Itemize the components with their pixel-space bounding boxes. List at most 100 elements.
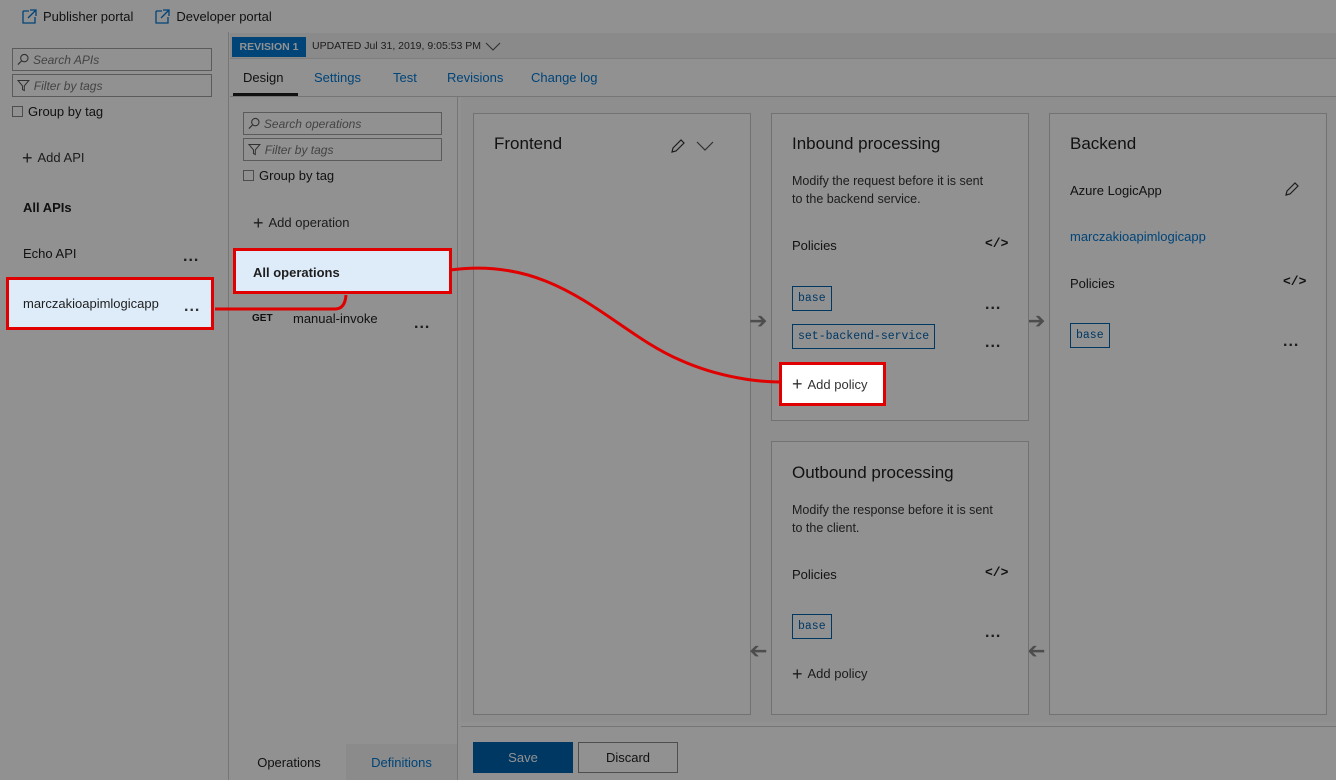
tab-change-log[interactable]: Change log bbox=[531, 70, 598, 85]
tab-test[interactable]: Test bbox=[393, 70, 417, 85]
filter-icon bbox=[17, 79, 30, 92]
policy-base[interactable]: base bbox=[792, 286, 832, 311]
api-sidebar: Group by tag + Add API All APIs Echo API… bbox=[0, 32, 229, 780]
inbound-policies-label: Policies bbox=[792, 238, 837, 253]
api-item-echo[interactable]: Echo API ... bbox=[0, 238, 228, 268]
outbound-description-line1: Modify the response before it is sent bbox=[792, 503, 993, 517]
code-editor-icon[interactable]: </> bbox=[985, 565, 1008, 580]
search-apis-input[interactable] bbox=[32, 52, 211, 67]
more-options-icon[interactable]: ... bbox=[184, 299, 200, 315]
plus-icon: + bbox=[792, 374, 803, 394]
search-operations-input[interactable] bbox=[263, 116, 441, 131]
outbound-description-line2: to the client. bbox=[792, 521, 860, 535]
developer-portal-link[interactable]: Developer portal bbox=[155, 8, 272, 24]
more-options-icon[interactable]: ... bbox=[985, 297, 1001, 313]
inbound-description-line2: to the backend service. bbox=[792, 192, 921, 206]
filter-apis-by-tags[interactable] bbox=[12, 74, 212, 97]
arrow-left-icon: ➔ bbox=[749, 638, 768, 663]
action-bar: Save Discard bbox=[461, 726, 1336, 780]
revision-bar: REVISION 1 UPDATED Jul 31, 2019, 9:05:53… bbox=[230, 33, 1336, 59]
more-options-icon[interactable]: ... bbox=[985, 335, 1001, 351]
top-bar: Publisher portal Developer portal bbox=[0, 0, 1336, 32]
arrow-left-icon: ➔ bbox=[1027, 638, 1046, 663]
design-canvas: Frontend ➔ ➔ ➔ ➔ Inbound processing Modi… bbox=[461, 97, 1336, 722]
policy-set-backend-service[interactable]: set-backend-service bbox=[792, 324, 936, 349]
backend-link[interactable]: marczakioapimlogicapp bbox=[1070, 229, 1206, 244]
search-icon bbox=[17, 53, 29, 65]
policy-base[interactable]: base bbox=[1070, 323, 1110, 348]
api-item-label: Echo API bbox=[23, 246, 77, 261]
arrow-right-icon: ➔ bbox=[1027, 308, 1046, 333]
operations-column: Group by tag + Add operation GET manual-… bbox=[230, 97, 458, 780]
developer-portal-label: Developer portal bbox=[176, 8, 272, 24]
outbound-policies-label: Policies bbox=[792, 567, 837, 582]
inbound-description: Modify the request before it is sent to … bbox=[792, 172, 983, 208]
policy-base[interactable]: base bbox=[792, 614, 832, 639]
filter-apis-input[interactable] bbox=[33, 78, 211, 93]
save-button[interactable]: Save bbox=[473, 742, 573, 773]
search-apis[interactable] bbox=[12, 48, 212, 71]
plus-icon: + bbox=[253, 212, 264, 233]
tab-settings[interactable]: Settings bbox=[314, 70, 361, 85]
bottom-tab-operations[interactable]: Operations bbox=[232, 744, 346, 780]
bottom-tab-definitions[interactable]: Definitions bbox=[346, 744, 457, 780]
revision-updated-text: UPDATED Jul 31, 2019, 9:05:53 PM bbox=[312, 40, 482, 52]
external-link-icon bbox=[22, 8, 37, 24]
filter-operations-input[interactable] bbox=[264, 142, 441, 157]
highlight-api-item[interactable]: marczakioapimlogicapp ... bbox=[6, 277, 214, 330]
pencil-icon[interactable] bbox=[670, 138, 686, 154]
operation-item-manual-invoke[interactable]: GET manual-invoke ... bbox=[230, 307, 457, 333]
more-options-icon[interactable]: ... bbox=[1283, 334, 1299, 350]
pencil-icon[interactable] bbox=[1284, 181, 1300, 197]
discard-button[interactable]: Discard bbox=[578, 742, 678, 773]
filter-operations-by-tags[interactable] bbox=[243, 138, 442, 161]
group-apis-by-tag[interactable]: Group by tag bbox=[12, 104, 103, 119]
add-outbound-policy-button[interactable]: + Add policy bbox=[792, 665, 868, 683]
add-policy-label: Add policy bbox=[807, 666, 868, 681]
backend-policies-label: Policies bbox=[1070, 276, 1115, 291]
group-by-tag-label: Group by tag bbox=[259, 168, 335, 183]
revision-badge[interactable]: REVISION 1 bbox=[232, 37, 306, 57]
group-by-tag-label: Group by tag bbox=[28, 104, 104, 119]
arrow-right-icon: ➔ bbox=[749, 308, 768, 333]
frontend-panel: Frontend bbox=[473, 113, 751, 715]
highlight-all-operations[interactable]: All operations bbox=[233, 248, 452, 294]
api-item-label: marczakioapimlogicapp bbox=[23, 296, 159, 311]
tab-revisions[interactable]: Revisions bbox=[447, 70, 503, 85]
add-api-button[interactable]: + Add API bbox=[22, 147, 85, 168]
group-by-tag-checkbox[interactable] bbox=[12, 106, 23, 117]
more-options-icon[interactable]: ... bbox=[183, 249, 199, 265]
outbound-panel: Outbound processing Modify the response … bbox=[771, 441, 1029, 715]
filter-icon bbox=[248, 143, 261, 156]
search-operations[interactable] bbox=[243, 112, 442, 135]
outbound-title: Outbound processing bbox=[792, 463, 954, 482]
add-inbound-policy-button[interactable]: + Add policy bbox=[779, 362, 886, 406]
backend-panel: Backend Azure LogicApp marczakioapimlogi… bbox=[1049, 113, 1327, 715]
backend-title: Backend bbox=[1070, 134, 1137, 153]
backend-type: Azure LogicApp bbox=[1070, 183, 1162, 198]
add-api-label: Add API bbox=[37, 150, 85, 165]
more-options-icon[interactable]: ... bbox=[985, 625, 1001, 641]
code-editor-icon[interactable]: </> bbox=[1283, 274, 1306, 289]
add-operation-label: Add operation bbox=[268, 215, 350, 230]
group-operations-by-tag[interactable]: Group by tag bbox=[243, 168, 334, 183]
search-icon bbox=[248, 117, 260, 129]
plus-icon: + bbox=[22, 147, 33, 168]
code-editor-icon[interactable]: </> bbox=[985, 236, 1008, 251]
chevron-down-icon bbox=[485, 42, 501, 51]
group-by-tag-checkbox[interactable] bbox=[243, 170, 254, 181]
more-options-icon[interactable]: ... bbox=[414, 316, 430, 332]
tab-design[interactable]: Design bbox=[243, 70, 283, 85]
all-apis-heading: All APIs bbox=[23, 200, 72, 215]
all-operations-label: All operations bbox=[253, 265, 340, 280]
add-operation-button[interactable]: + Add operation bbox=[253, 212, 350, 233]
frontend-title: Frontend bbox=[494, 134, 563, 153]
external-link-icon bbox=[155, 8, 170, 24]
chevron-down-icon[interactable] bbox=[696, 141, 714, 151]
revision-updated[interactable]: UPDATED Jul 31, 2019, 9:05:53 PM bbox=[312, 40, 501, 52]
inbound-description-line1: Modify the request before it is sent bbox=[792, 174, 984, 188]
publisher-portal-link[interactable]: Publisher portal bbox=[22, 9, 133, 24]
http-method-badge: GET bbox=[252, 313, 273, 324]
publisher-portal-label: Publisher portal bbox=[43, 8, 134, 24]
inbound-title: Inbound processing bbox=[792, 134, 941, 153]
